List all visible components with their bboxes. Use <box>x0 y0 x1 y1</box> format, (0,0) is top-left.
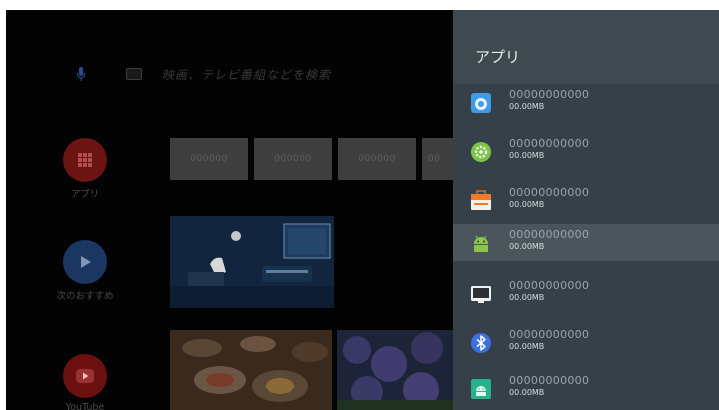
app-size: 00.00MB <box>509 151 545 160</box>
app-size: 00.00MB <box>509 102 545 111</box>
bluetooth-app-icon <box>470 332 492 354</box>
app-name: 00000000000 <box>509 328 590 341</box>
settings-app-icon <box>470 141 492 163</box>
app-tile[interactable]: 00 <box>422 138 453 180</box>
search-bar[interactable]: 映画、テレビ番組などを検索 <box>76 62 331 86</box>
sidebar-item-next[interactable]: 次のおすすめ <box>54 240 116 302</box>
app-tile[interactable]: 000000 <box>170 138 248 180</box>
panel-title: アプリ <box>475 48 521 66</box>
app-size: 00.00MB <box>509 388 545 397</box>
app-name: 00000000000 <box>509 137 590 150</box>
app-list-item[interactable]: 00000000000 00.00MB <box>453 275 719 312</box>
market-app-icon <box>470 190 492 212</box>
app-name: 00000000000 <box>509 88 590 101</box>
app-size: 00.00MB <box>509 293 545 302</box>
sidebar-item-label: アプリ <box>70 189 100 200</box>
play-icon <box>63 240 107 284</box>
food-photo-tile[interactable] <box>170 330 332 410</box>
android-app-icon <box>470 232 492 254</box>
app-list-item[interactable]: 00000000000 00.00MB <box>453 182 719 219</box>
app-list-item[interactable]: 00000000000 00.00MB <box>453 370 719 407</box>
tv-screen: 映画、テレビ番組などを検索 アプリ 次のおすすめ YouTube 000000 … <box>6 10 719 410</box>
youtube-icon <box>63 354 107 398</box>
microphone-icon[interactable] <box>76 66 86 82</box>
sidebar-item-apps[interactable]: アプリ <box>54 138 116 200</box>
app-tile[interactable]: 000000 <box>338 138 416 180</box>
app-list-item[interactable]: 00000000000 00.00MB <box>453 84 719 121</box>
app-list-item-selected[interactable]: 00000000000 00.00MB <box>453 224 719 261</box>
app-tile[interactable]: 000000 <box>254 138 332 180</box>
apps-grid-icon <box>63 138 107 182</box>
android-box-app-icon <box>470 378 492 400</box>
search-input[interactable]: 映画、テレビ番組などを検索 <box>162 66 331 83</box>
home-screen: 映画、テレビ番組などを検索 アプリ 次のおすすめ YouTube 000000 … <box>6 10 453 410</box>
app-name: 00000000000 <box>509 228 590 241</box>
tv-app-icon <box>470 283 492 305</box>
app-size: 00.00MB <box>509 242 545 251</box>
app-list-item[interactable]: 00000000000 00.00MB <box>453 324 719 361</box>
apps-panel: アプリ 00000000000 00.00MB 00000000000 00.0… <box>453 10 719 410</box>
app-name: 00000000000 <box>509 279 590 292</box>
app-list-item[interactable]: 00000000000 00.00MB <box>453 133 719 170</box>
app-size: 00.00MB <box>509 342 545 351</box>
app-name: 00000000000 <box>509 374 590 387</box>
app-size: 00.00MB <box>509 200 545 209</box>
app-name: 00000000000 <box>509 186 590 199</box>
keyboard-icon[interactable] <box>126 68 142 80</box>
camera-app-icon <box>470 92 492 114</box>
sidebar-item-youtube[interactable]: YouTube <box>54 354 116 410</box>
sidebar-item-label: YouTube <box>65 402 105 410</box>
featured-banner[interactable] <box>170 216 334 308</box>
sidebar-item-label: 次のおすすめ <box>56 291 114 302</box>
flower-photo-tile[interactable] <box>337 330 453 410</box>
